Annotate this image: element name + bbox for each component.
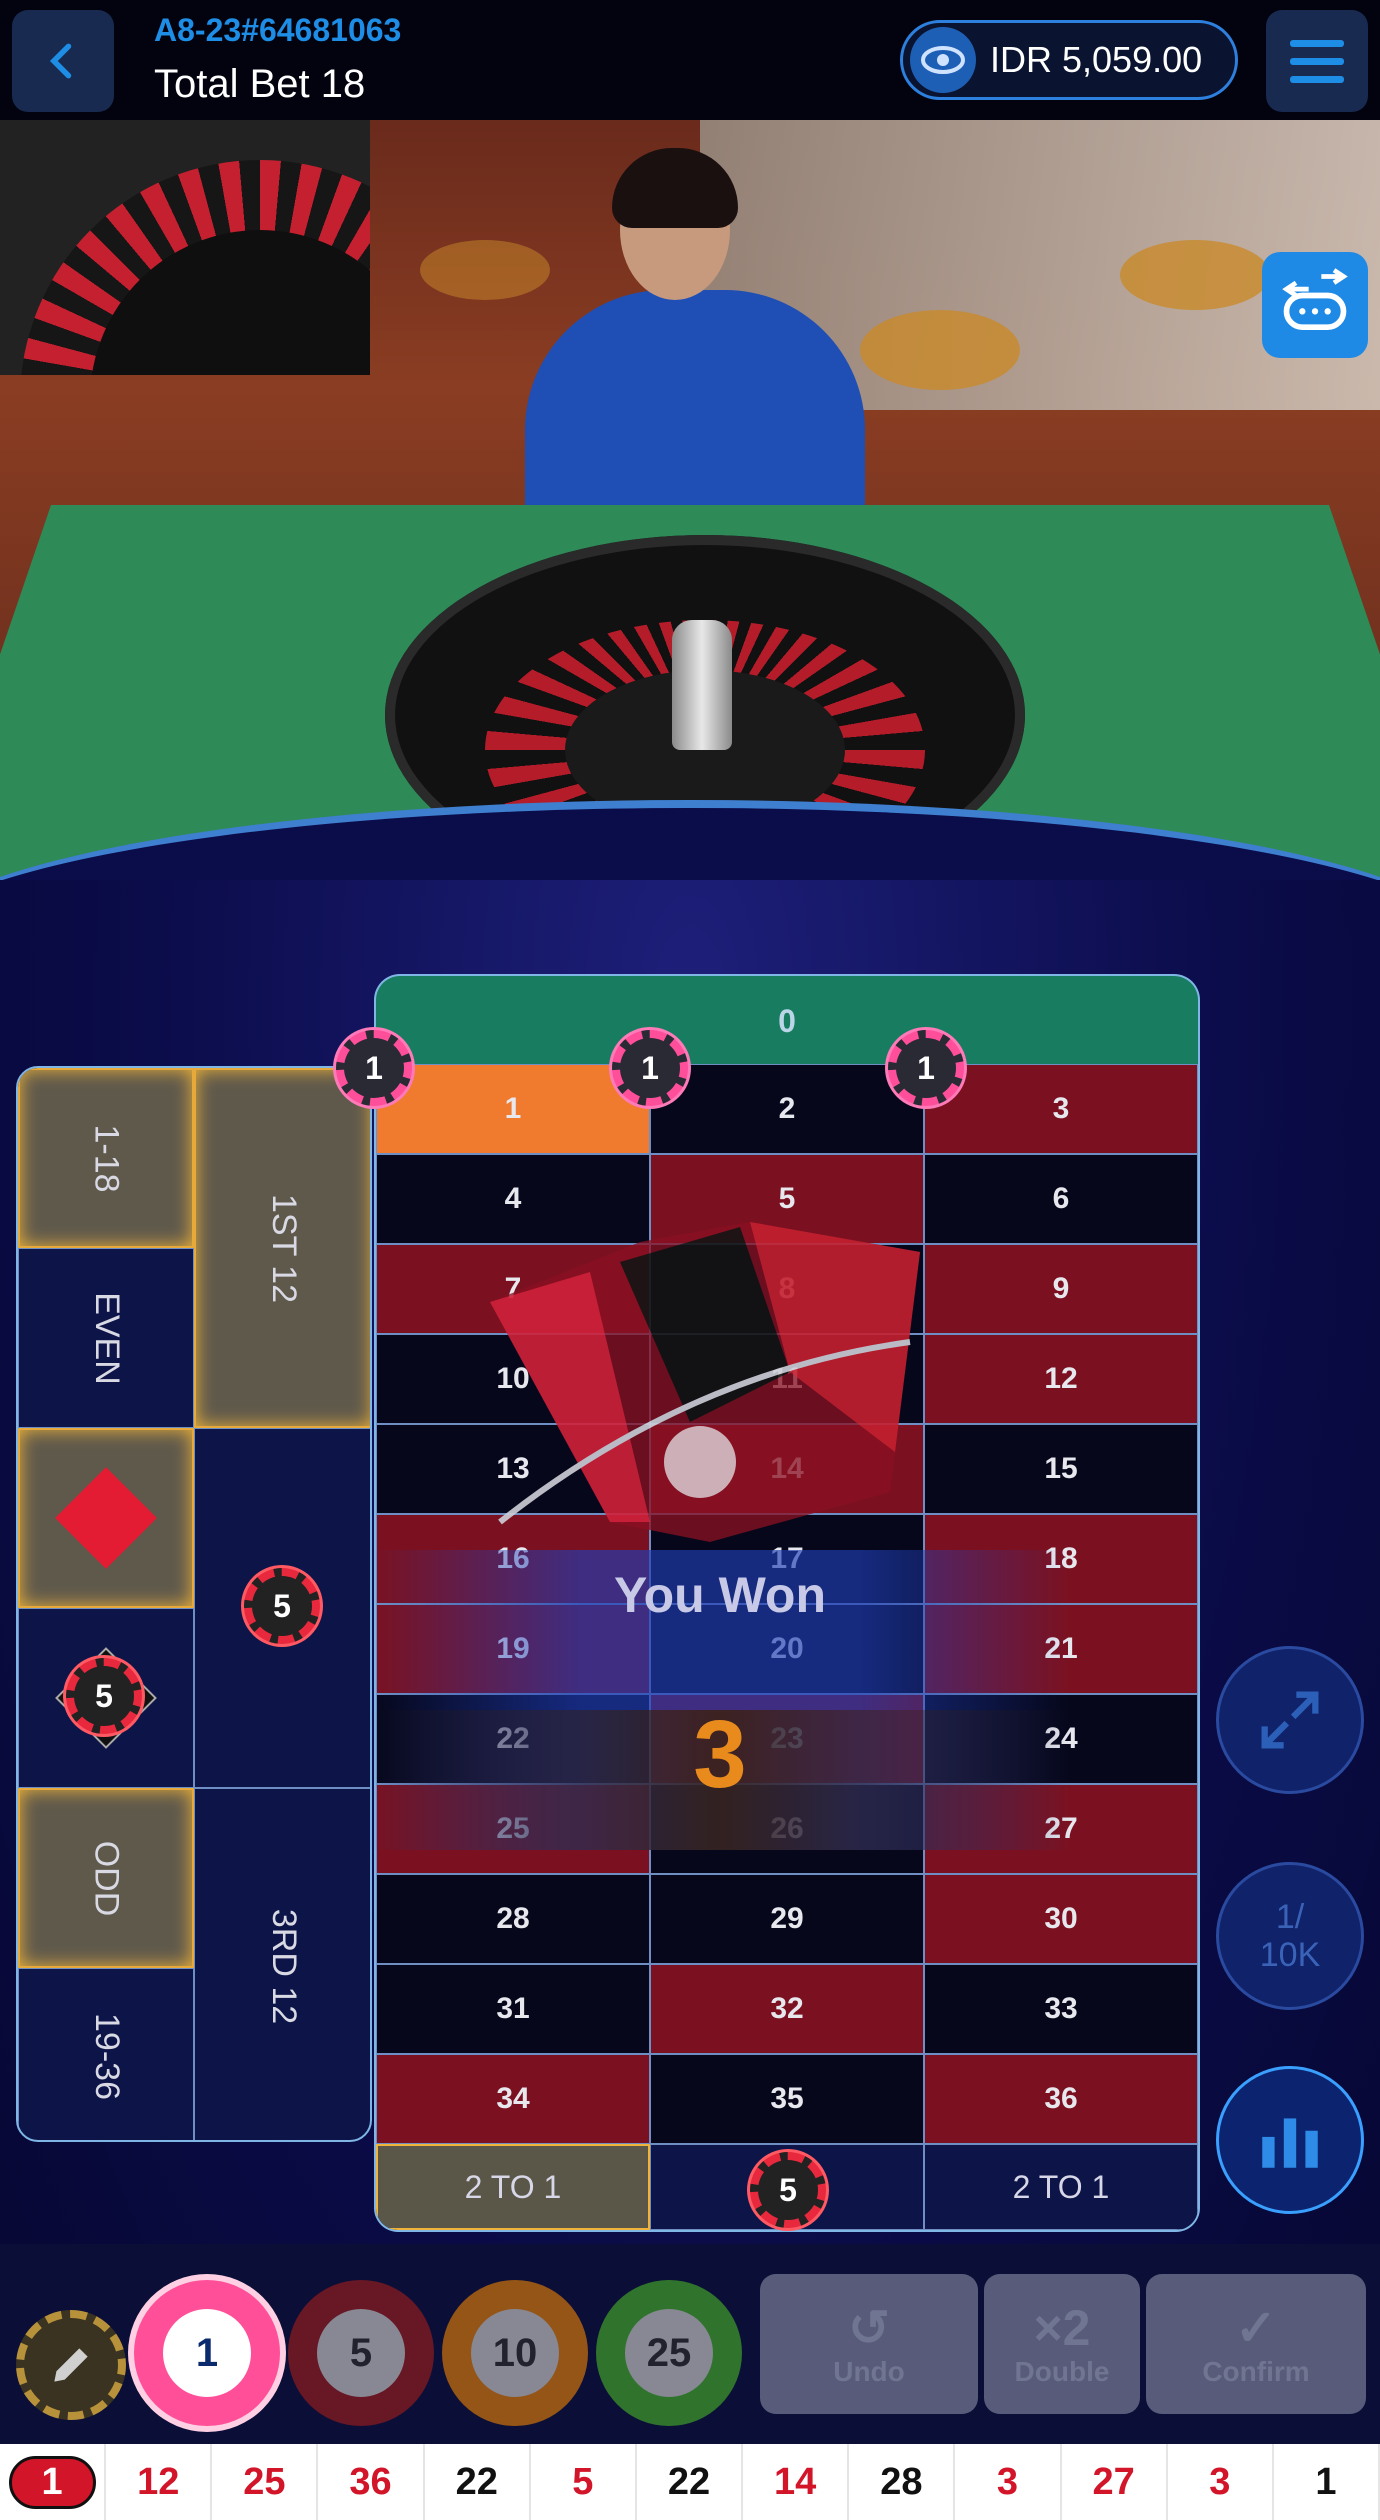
- history-result: 3: [1168, 2444, 1274, 2520]
- placed-chip[interactable]: 1: [336, 1030, 412, 1106]
- bet-1st-12[interactable]: 1ST 12: [194, 1068, 370, 1428]
- placed-chip[interactable]: 1: [888, 1030, 964, 1106]
- history-result: 36: [318, 2444, 425, 2520]
- back-button[interactable]: [12, 10, 114, 112]
- bet-1-18[interactable]: 1-18: [18, 1068, 194, 1248]
- bet-number[interactable]: 34: [376, 2054, 650, 2144]
- placed-chip[interactable]: 5: [244, 1568, 320, 1644]
- bet-number[interactable]: 1: [376, 1064, 650, 1154]
- bet-limit-button[interactable]: 1/ 10K: [1216, 1862, 1364, 2010]
- bet-19-36[interactable]: 19-36: [18, 1968, 194, 2140]
- history-result: 12: [106, 2444, 213, 2520]
- confirm-button[interactable]: ✓ Confirm: [1146, 2274, 1366, 2414]
- chip-1[interactable]: 1: [134, 2280, 280, 2426]
- double-button[interactable]: ×2 Double: [984, 2274, 1140, 2414]
- bet-limit-value: 1/ 10K: [1259, 1898, 1321, 1974]
- back-arrow-icon: [49, 43, 72, 79]
- bet-column[interactable]: 2 TO 1: [924, 2144, 1198, 2230]
- history-result: 28: [849, 2444, 956, 2520]
- history-result: 22: [425, 2444, 531, 2520]
- bet-number[interactable]: 33: [924, 1964, 1198, 2054]
- win-banner: You Won 3: [370, 1550, 1070, 1850]
- statistics-button[interactable]: [1216, 2066, 1364, 2214]
- table-id: A8-23#64681063: [154, 12, 402, 48]
- chip-25[interactable]: 25: [596, 2280, 742, 2426]
- edit-chips-button[interactable]: [16, 2310, 126, 2420]
- bet-number[interactable]: 3: [924, 1064, 1198, 1154]
- history-result: 1: [0, 2444, 107, 2520]
- bet-even[interactable]: EVEN: [18, 1248, 194, 1428]
- bet-3rd-12[interactable]: 3RD 12: [194, 1788, 370, 2140]
- fullscreen-icon: [1261, 1691, 1319, 1749]
- eye-icon[interactable]: [910, 27, 976, 93]
- bet-number[interactable]: 30: [924, 1874, 1198, 1964]
- results-history: 1 12 25 36 22 5 22 14 28 3 27 3 1: [0, 2444, 1380, 2520]
- chip-5[interactable]: 5: [288, 2280, 434, 2426]
- total-bet: Total Bet 18: [154, 62, 366, 106]
- history-result: 5: [531, 2444, 637, 2520]
- bet-number[interactable]: 29: [650, 1874, 924, 1964]
- undo-button[interactable]: ↺ Undo: [760, 2274, 978, 2414]
- history-result: 27: [1062, 2444, 1168, 2520]
- bet-number[interactable]: 9: [924, 1244, 1198, 1334]
- placed-chip[interactable]: 5: [750, 2152, 826, 2228]
- bet-odd[interactable]: ODD: [18, 1788, 194, 1968]
- stats-icon: [1262, 2118, 1318, 2168]
- bet-number[interactable]: 31: [376, 1964, 650, 2054]
- bet-zero[interactable]: 0: [374, 974, 1200, 1066]
- history-result: 1: [1274, 2444, 1380, 2520]
- confirm-check-icon: ✓: [1235, 2300, 1277, 2356]
- chip-10[interactable]: 10: [442, 2280, 588, 2426]
- balance-pill[interactable]: IDR 5,059.00: [900, 20, 1238, 100]
- bet-number[interactable]: 15: [924, 1424, 1198, 1514]
- history-result: 25: [212, 2444, 319, 2520]
- menu-button[interactable]: [1266, 10, 1368, 112]
- bet-red[interactable]: [18, 1428, 194, 1608]
- bet-number[interactable]: 28: [376, 1874, 650, 1964]
- top-bar: A8-23#64681063 Total Bet 18 IDR 5,059.00: [0, 0, 1380, 120]
- bet-number[interactable]: 35: [650, 2054, 924, 2144]
- live-video: [0, 120, 1380, 880]
- balance-value: IDR 5,059.00: [990, 39, 1203, 80]
- history-result: 14: [743, 2444, 850, 2520]
- switch-view-button[interactable]: [1262, 252, 1368, 358]
- pencil-icon: [54, 2348, 88, 2382]
- bet-number[interactable]: 6: [924, 1154, 1198, 1244]
- placed-chip[interactable]: 1: [612, 1030, 688, 1106]
- bet-number[interactable]: 12: [924, 1334, 1198, 1424]
- red-diamond-icon: [55, 1467, 157, 1569]
- wheel-closeup: [0, 120, 370, 375]
- undo-icon: ↺: [848, 2300, 890, 2356]
- hamburger-menu-icon: [1290, 39, 1344, 47]
- placed-chip[interactable]: 5: [66, 1658, 142, 1734]
- fullscreen-button[interactable]: [1216, 1646, 1364, 1794]
- winning-number: 3: [693, 1701, 747, 1808]
- bet-number[interactable]: 36: [924, 2054, 1198, 2144]
- bet-column[interactable]: 2 TO 1: [376, 2144, 650, 2230]
- history-result: 22: [637, 2444, 744, 2520]
- win-title: You Won: [614, 1567, 826, 1623]
- switch-view-icon: [1282, 268, 1348, 331]
- double-icon: ×2: [1033, 2300, 1091, 2356]
- bet-number[interactable]: 32: [650, 1964, 924, 2054]
- chip-tray: 1 5 10 25 ↺ Undo ×2 Double ✓ Confirm: [0, 2244, 1380, 2444]
- history-result: 3: [955, 2444, 1062, 2520]
- bet-number[interactable]: 2: [650, 1064, 924, 1154]
- result-wheel-graphic: [490, 1222, 920, 1542]
